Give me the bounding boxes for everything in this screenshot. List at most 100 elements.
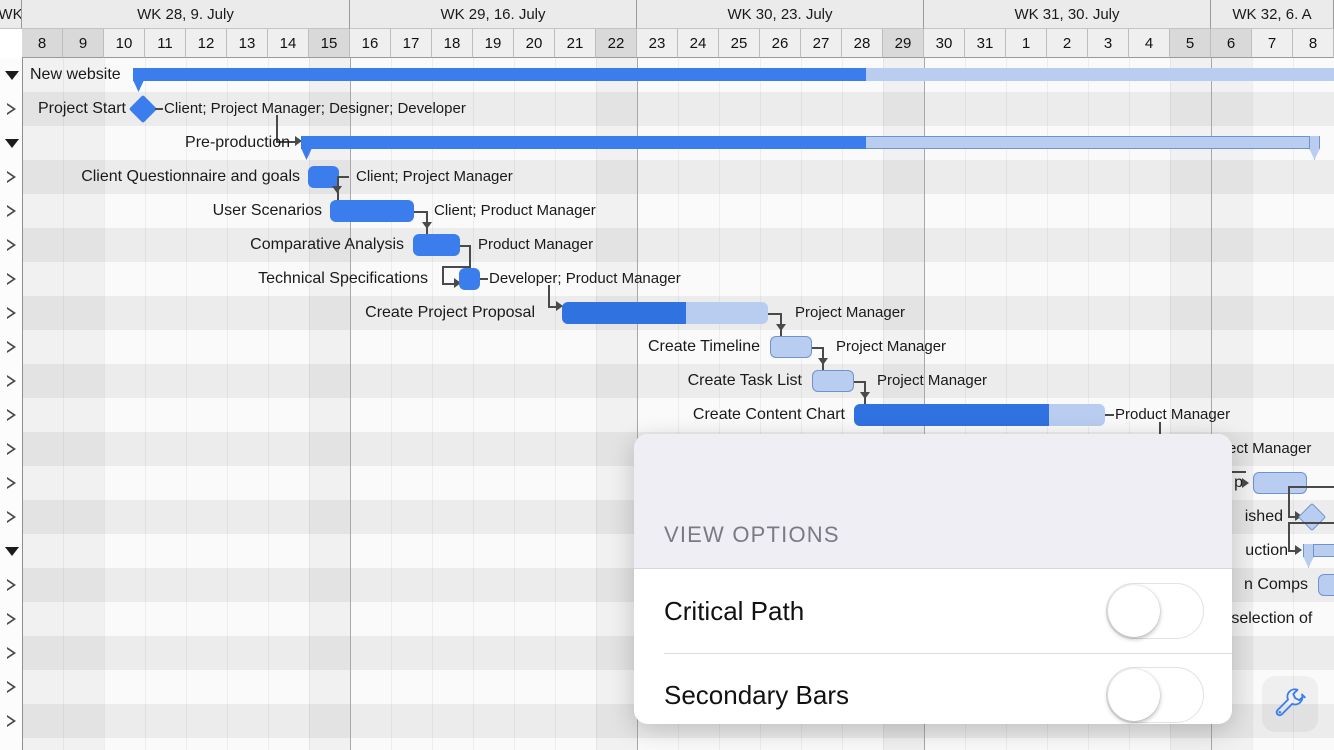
summary-bar[interactable]	[301, 136, 866, 149]
day-header-cell[interactable]: 18	[432, 29, 473, 58]
task-bar[interactable]	[459, 268, 480, 290]
link-line	[1288, 502, 1290, 517]
option-label: Critical Path	[664, 595, 805, 626]
day-header-cell[interactable]: 6	[1211, 29, 1252, 58]
label-connector	[1105, 414, 1114, 416]
summary-bar-tail	[866, 136, 1318, 149]
summary-bar-end-cap	[1309, 136, 1320, 160]
day-header-cell[interactable]: 10	[104, 29, 145, 58]
disclosure-triangle[interactable]	[3, 704, 20, 738]
day-header-cell[interactable]: 8	[1293, 29, 1334, 58]
day-header-cell[interactable]: 19	[473, 29, 514, 58]
week-corner-label: WK	[0, 0, 22, 29]
link-arrow	[332, 186, 342, 193]
day-header-cell[interactable]: 25	[719, 29, 760, 58]
day-header-cell[interactable]: 17	[391, 29, 432, 58]
day-header-cell[interactable]: 3	[1088, 29, 1129, 58]
chevron-right-icon	[7, 647, 16, 659]
row-resources: Client; Project Manager	[356, 168, 513, 185]
link-line	[1288, 522, 1290, 538]
row-resources: Client; Project Manager; Designer; Devel…	[164, 100, 466, 117]
day-header-cell[interactable]: 12	[186, 29, 227, 58]
task-bar[interactable]	[812, 370, 854, 392]
row-resources: Project Manager	[877, 372, 988, 389]
day-header-cell[interactable]: 29	[883, 29, 924, 58]
day-header-cell[interactable]: 31	[965, 29, 1006, 58]
day-header-cell[interactable]: 7	[1252, 29, 1293, 58]
row-label: Client Questionnaire and goals	[81, 168, 300, 185]
table-row: Create Project Proposal Project Manager	[0, 296, 1334, 338]
table-row: Technical Specifications Developer; Prod…	[0, 262, 1334, 311]
day-header-cell[interactable]: 21	[555, 29, 596, 58]
day-header-cell[interactable]: 23	[637, 29, 678, 58]
row-resources: Client; Product Manager	[434, 202, 596, 219]
table-row: Create Content Chart Product Manager	[0, 398, 1334, 446]
disclosure-triangle[interactable]	[3, 670, 20, 704]
disclosure-triangle[interactable]	[3, 636, 20, 670]
option-label: Secondary Bars	[664, 679, 849, 710]
week-header-row: WK WK 28, 9. July WK 29, 16. July WK 30, 23…	[0, 0, 1334, 29]
milestone-marker[interactable]	[1297, 502, 1327, 532]
task-bar[interactable]	[562, 302, 768, 324]
tools-button[interactable]	[1262, 676, 1318, 732]
summary-bar-start-cap	[1303, 544, 1314, 568]
week-header-cell[interactable]: WK 28, 9. July	[22, 0, 350, 29]
day-header-cell[interactable]: 13	[227, 29, 268, 58]
day-header-cell[interactable]: 1	[1006, 29, 1047, 58]
day-header-cell[interactable]: 26	[760, 29, 801, 58]
link-line	[339, 176, 349, 178]
label-connector	[480, 278, 488, 280]
day-header-cell[interactable]: 11	[145, 29, 186, 58]
day-header-cell[interactable]: 4	[1129, 29, 1170, 58]
table-row: New website	[0, 58, 1334, 92]
day-header-cell[interactable]: 8	[22, 29, 63, 58]
table-row: Pre-production	[0, 126, 1334, 160]
week-header-cell[interactable]: WK 31, 30. July	[924, 0, 1211, 29]
row-resources: Project Manager	[836, 338, 947, 355]
day-header-cell[interactable]: 14	[268, 29, 309, 58]
week-header-cell[interactable]: WK 30, 23. July	[637, 0, 924, 29]
task-bar[interactable]	[330, 200, 414, 222]
label-connector	[155, 108, 163, 110]
table-row: User Scenarios Client; Product Manager	[0, 194, 1334, 236]
row-label: Create Timeline	[647, 338, 760, 355]
critical-path-toggle[interactable]	[1106, 583, 1204, 639]
day-header-cell[interactable]: 9	[63, 29, 104, 58]
task-bar[interactable]	[854, 404, 1105, 426]
day-header-cell[interactable]: 22	[596, 29, 637, 58]
task-bar[interactable]	[308, 166, 339, 188]
panel-title: VIEW OPTIONS	[664, 522, 840, 547]
day-header-cell[interactable]: 27	[801, 29, 842, 58]
row-resources: Product Manager	[1115, 406, 1231, 423]
task-bar[interactable]	[770, 336, 812, 358]
day-header-cell[interactable]: 16	[350, 29, 391, 58]
task-bar[interactable]	[1318, 574, 1334, 596]
week-header-cell[interactable]: WK 32, 6. A	[1211, 0, 1334, 29]
day-header-cell[interactable]: 5	[1170, 29, 1211, 58]
day-header-cell[interactable]: 20	[514, 29, 555, 58]
summary-bar[interactable]	[133, 68, 866, 81]
day-header-cell[interactable]: 28	[842, 29, 883, 58]
row-resources: ect Manager	[1228, 440, 1312, 457]
row-resources: Product Manager	[478, 236, 594, 253]
milestone-marker[interactable]	[128, 94, 158, 124]
task-bar[interactable]	[1253, 472, 1307, 494]
day-header-cell[interactable]: 24	[678, 29, 719, 58]
option-row-secondary-bars[interactable]: Secondary Bars	[634, 653, 1232, 724]
day-header-cell[interactable]: 15	[309, 29, 350, 58]
option-row-critical-path[interactable]: Critical Path	[634, 569, 1232, 653]
link-line	[1288, 486, 1290, 503]
task-bar[interactable]	[413, 234, 460, 256]
secondary-bars-toggle[interactable]	[1106, 667, 1204, 723]
link-arrow	[1242, 478, 1249, 488]
day-header-cell[interactable]: 2	[1047, 29, 1088, 58]
chevron-right-icon	[7, 681, 16, 693]
row-label: Comparative Analysis	[250, 236, 404, 253]
toggle-knob	[1108, 669, 1160, 721]
row-label: Technical Specifications	[258, 270, 428, 287]
day-header-cell[interactable]: 30	[924, 29, 965, 58]
chevron-right-icon	[7, 715, 16, 727]
link-line	[1288, 537, 1290, 551]
week-header-cell[interactable]: WK 29, 16. July	[350, 0, 637, 29]
gantt-chart-app: WK WK 28, 9. July WK 29, 16. July WK 30, 23…	[0, 0, 1334, 750]
